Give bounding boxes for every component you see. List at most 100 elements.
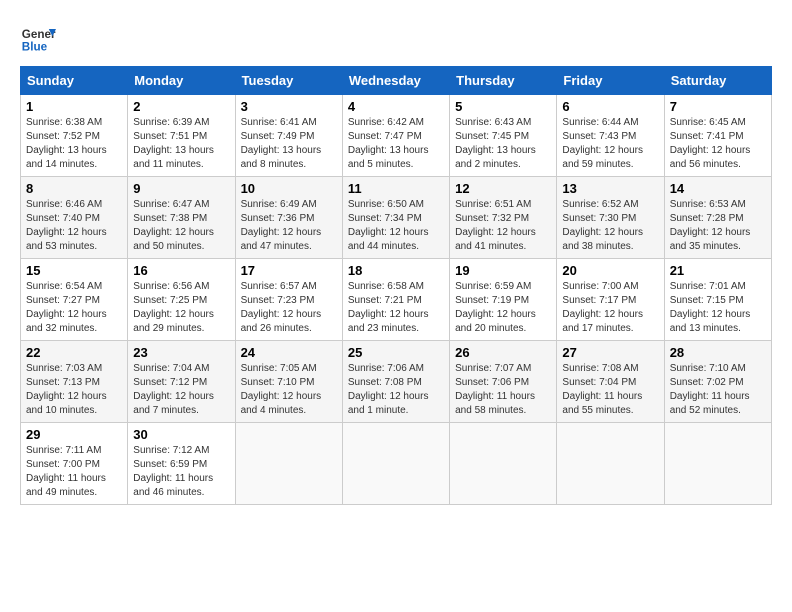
- day-info: Sunrise: 7:10 AMSunset: 7:02 PMDaylight:…: [670, 362, 766, 418]
- day-number: 3: [241, 99, 337, 114]
- calendar-week-row: 15 Sunrise: 6:54 AMSunset: 7:27 PMDayligh…: [21, 259, 772, 341]
- day-number: 8: [26, 181, 122, 196]
- calendar-cell: 8 Sunrise: 6:46 AMSunset: 7:40 PMDaylight…: [21, 177, 128, 259]
- day-number: 19: [455, 263, 551, 278]
- calendar-cell: 18 Sunrise: 6:58 AMSunset: 7:21 PMDayligh…: [342, 259, 449, 341]
- calendar-cell: 11 Sunrise: 6:50 AMSunset: 7:34 PMDayligh…: [342, 177, 449, 259]
- day-info: Sunrise: 6:39 AMSunset: 7:51 PMDaylight:…: [133, 116, 229, 172]
- day-number: 2: [133, 99, 229, 114]
- day-header-monday: Monday: [128, 67, 235, 95]
- calendar-cell: 22 Sunrise: 7:03 AMSunset: 7:13 PMDayligh…: [21, 341, 128, 423]
- day-info: Sunrise: 6:43 AMSunset: 7:45 PMDaylight:…: [455, 116, 551, 172]
- day-info: Sunrise: 6:58 AMSunset: 7:21 PMDaylight:…: [348, 280, 444, 336]
- calendar-cell: 13 Sunrise: 6:52 AMSunset: 7:30 PMDayligh…: [557, 177, 664, 259]
- calendar-cell: [664, 423, 771, 505]
- day-info: Sunrise: 6:56 AMSunset: 7:25 PMDaylight:…: [133, 280, 229, 336]
- day-number: 22: [26, 345, 122, 360]
- day-number: 15: [26, 263, 122, 278]
- day-number: 27: [562, 345, 658, 360]
- calendar-cell: [450, 423, 557, 505]
- calendar-week-row: 1 Sunrise: 6:38 AMSunset: 7:52 PMDaylight…: [21, 95, 772, 177]
- day-info: Sunrise: 6:50 AMSunset: 7:34 PMDaylight:…: [348, 198, 444, 254]
- day-info: Sunrise: 7:05 AMSunset: 7:10 PMDaylight:…: [241, 362, 337, 418]
- day-number: 20: [562, 263, 658, 278]
- calendar-cell: 7 Sunrise: 6:45 AMSunset: 7:41 PMDaylight…: [664, 95, 771, 177]
- calendar-cell: 1 Sunrise: 6:38 AMSunset: 7:52 PMDaylight…: [21, 95, 128, 177]
- calendar-week-row: 29 Sunrise: 7:11 AMSunset: 7:00 PMDayligh…: [21, 423, 772, 505]
- day-info: Sunrise: 7:12 AMSunset: 6:59 PMDaylight:…: [133, 444, 229, 500]
- day-info: Sunrise: 6:45 AMSunset: 7:41 PMDaylight:…: [670, 116, 766, 172]
- day-info: Sunrise: 6:57 AMSunset: 7:23 PMDaylight:…: [241, 280, 337, 336]
- day-number: 16: [133, 263, 229, 278]
- day-number: 11: [348, 181, 444, 196]
- day-header-tuesday: Tuesday: [235, 67, 342, 95]
- day-info: Sunrise: 7:08 AMSunset: 7:04 PMDaylight:…: [562, 362, 658, 418]
- day-number: 29: [26, 427, 122, 442]
- day-number: 7: [670, 99, 766, 114]
- day-info: Sunrise: 6:38 AMSunset: 7:52 PMDaylight:…: [26, 116, 122, 172]
- calendar-table: SundayMondayTuesdayWednesdayThursdayFrid…: [20, 66, 772, 505]
- day-header-wednesday: Wednesday: [342, 67, 449, 95]
- day-header-saturday: Saturday: [664, 67, 771, 95]
- page-header: General Blue: [20, 20, 772, 56]
- day-number: 18: [348, 263, 444, 278]
- calendar-cell: [557, 423, 664, 505]
- day-info: Sunrise: 7:11 AMSunset: 7:00 PMDaylight:…: [26, 444, 122, 500]
- calendar-cell: 23 Sunrise: 7:04 AMSunset: 7:12 PMDayligh…: [128, 341, 235, 423]
- day-header-friday: Friday: [557, 67, 664, 95]
- day-info: Sunrise: 6:41 AMSunset: 7:49 PMDaylight:…: [241, 116, 337, 172]
- day-info: Sunrise: 6:47 AMSunset: 7:38 PMDaylight:…: [133, 198, 229, 254]
- day-info: Sunrise: 6:52 AMSunset: 7:30 PMDaylight:…: [562, 198, 658, 254]
- day-info: Sunrise: 7:07 AMSunset: 7:06 PMDaylight:…: [455, 362, 551, 418]
- logo-icon: General Blue: [20, 20, 56, 56]
- day-number: 4: [348, 99, 444, 114]
- day-info: Sunrise: 6:54 AMSunset: 7:27 PMDaylight:…: [26, 280, 122, 336]
- logo: General Blue: [20, 20, 56, 56]
- day-info: Sunrise: 7:03 AMSunset: 7:13 PMDaylight:…: [26, 362, 122, 418]
- calendar-cell: 14 Sunrise: 6:53 AMSunset: 7:28 PMDayligh…: [664, 177, 771, 259]
- svg-text:Blue: Blue: [22, 41, 48, 54]
- day-info: Sunrise: 7:06 AMSunset: 7:08 PMDaylight:…: [348, 362, 444, 418]
- calendar-cell: 9 Sunrise: 6:47 AMSunset: 7:38 PMDaylight…: [128, 177, 235, 259]
- day-number: 23: [133, 345, 229, 360]
- calendar-cell: 16 Sunrise: 6:56 AMSunset: 7:25 PMDayligh…: [128, 259, 235, 341]
- calendar-cell: [235, 423, 342, 505]
- calendar-week-row: 8 Sunrise: 6:46 AMSunset: 7:40 PMDaylight…: [21, 177, 772, 259]
- day-number: 30: [133, 427, 229, 442]
- day-number: 28: [670, 345, 766, 360]
- calendar-cell: 19Sunrise: 6:59 AMSunset: 7:19 PMDayligh…: [450, 259, 557, 341]
- day-info: Sunrise: 6:46 AMSunset: 7:40 PMDaylight:…: [26, 198, 122, 254]
- calendar-cell: 27 Sunrise: 7:08 AMSunset: 7:04 PMDayligh…: [557, 341, 664, 423]
- calendar-cell: 17 Sunrise: 6:57 AMSunset: 7:23 PMDayligh…: [235, 259, 342, 341]
- day-number: 5: [455, 99, 551, 114]
- day-number: 17: [241, 263, 337, 278]
- day-number: 1: [26, 99, 122, 114]
- day-header-sunday: Sunday: [21, 67, 128, 95]
- day-number: 6: [562, 99, 658, 114]
- calendar-cell: 25Sunrise: 7:06 AMSunset: 7:08 PMDayligh…: [342, 341, 449, 423]
- day-number: 13: [562, 181, 658, 196]
- calendar-cell: 12 Sunrise: 6:51 AMSunset: 7:32 PMDayligh…: [450, 177, 557, 259]
- calendar-cell: 28 Sunrise: 7:10 AMSunset: 7:02 PMDayligh…: [664, 341, 771, 423]
- day-info: Sunrise: 6:53 AMSunset: 7:28 PMDaylight:…: [670, 198, 766, 254]
- day-info: Sunrise: 7:04 AMSunset: 7:12 PMDaylight:…: [133, 362, 229, 418]
- calendar-cell: 20 Sunrise: 7:00 AMSunset: 7:17 PMDayligh…: [557, 259, 664, 341]
- calendar-cell: 5 Sunrise: 6:43 AMSunset: 7:45 PMDaylight…: [450, 95, 557, 177]
- day-info: Sunrise: 6:51 AMSunset: 7:32 PMDaylight:…: [455, 198, 551, 254]
- day-number: 24: [241, 345, 337, 360]
- day-number: 10: [241, 181, 337, 196]
- calendar-cell: 26Sunrise: 7:07 AMSunset: 7:06 PMDayligh…: [450, 341, 557, 423]
- calendar-cell: 10Sunrise: 6:49 AMSunset: 7:36 PMDayligh…: [235, 177, 342, 259]
- calendar-cell: 4Sunrise: 6:42 AMSunset: 7:47 PMDaylight…: [342, 95, 449, 177]
- calendar-week-row: 22 Sunrise: 7:03 AMSunset: 7:13 PMDayligh…: [21, 341, 772, 423]
- calendar-cell: 24 Sunrise: 7:05 AMSunset: 7:10 PMDayligh…: [235, 341, 342, 423]
- calendar-cell: 6Sunrise: 6:44 AMSunset: 7:43 PMDaylight…: [557, 95, 664, 177]
- day-number: 12: [455, 181, 551, 196]
- day-number: 9: [133, 181, 229, 196]
- day-number: 21: [670, 263, 766, 278]
- day-info: Sunrise: 7:01 AMSunset: 7:15 PMDaylight:…: [670, 280, 766, 336]
- calendar-cell: 3 Sunrise: 6:41 AMSunset: 7:49 PMDaylight…: [235, 95, 342, 177]
- day-number: 14: [670, 181, 766, 196]
- day-info: Sunrise: 7:00 AMSunset: 7:17 PMDaylight:…: [562, 280, 658, 336]
- calendar-cell: [342, 423, 449, 505]
